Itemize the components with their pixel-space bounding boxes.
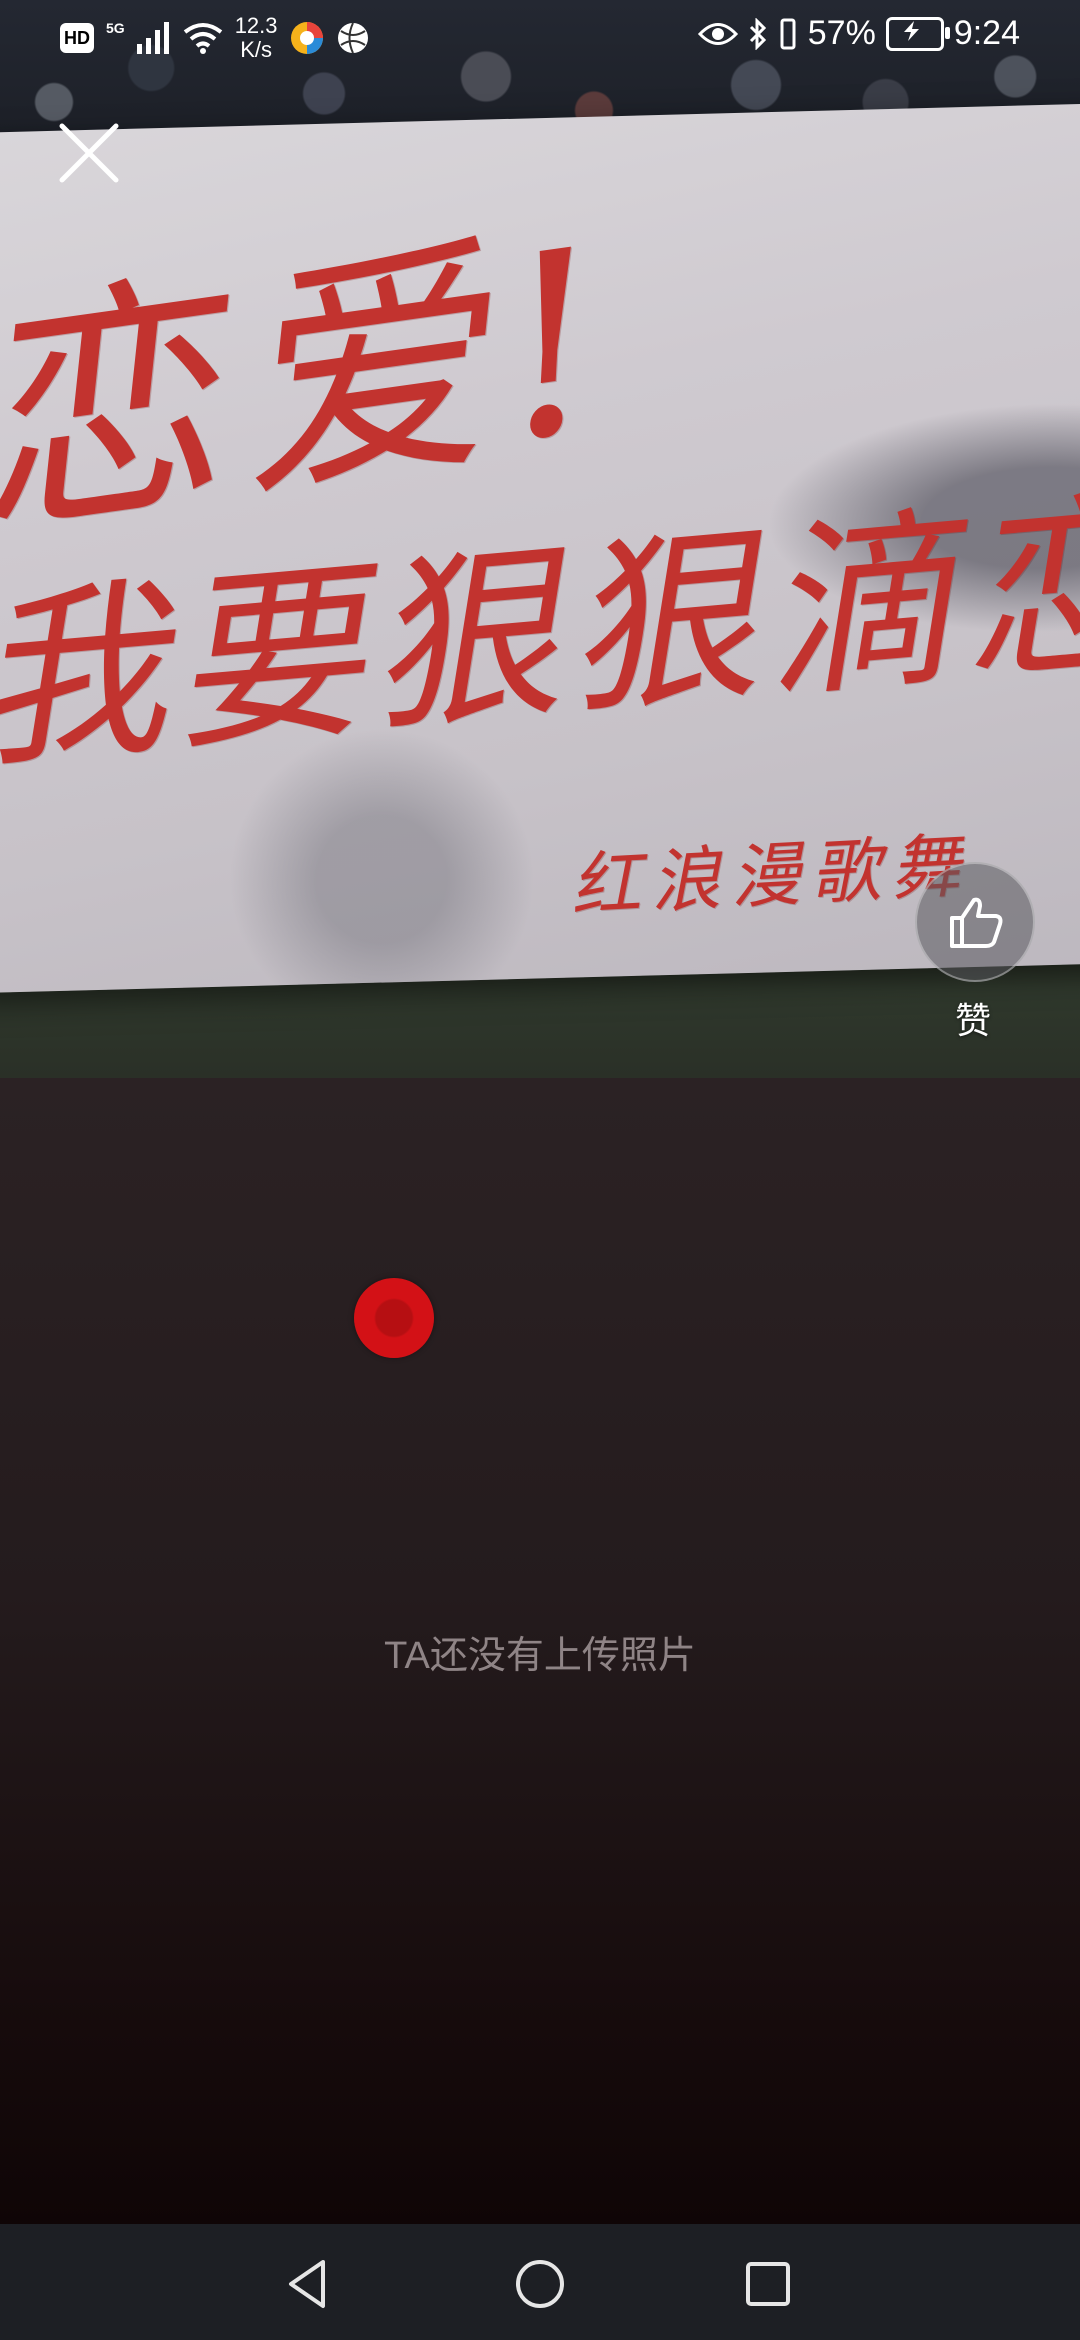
status-left: HD 5G 12.3 K/s bbox=[60, 14, 370, 62]
system-nav-bar bbox=[0, 2224, 1080, 2340]
battery-percent: 57% bbox=[807, 14, 876, 52]
nav-recents-button[interactable] bbox=[738, 2254, 798, 2314]
net-speed-value: 12.3 bbox=[234, 13, 278, 38]
clock: 9:24 bbox=[953, 14, 1020, 52]
status-right: 57% 9:24 bbox=[697, 14, 1020, 53]
net-speed-unit: K/s bbox=[240, 37, 272, 62]
signal-icon bbox=[136, 22, 169, 54]
touch-indicator bbox=[354, 1278, 434, 1358]
close-button[interactable] bbox=[54, 118, 124, 188]
recents-icon bbox=[746, 2262, 790, 2306]
status-bar: HD 5G 12.3 K/s 57% 9:24 bbox=[0, 0, 1080, 80]
wifi-icon bbox=[183, 23, 222, 54]
close-icon bbox=[59, 123, 119, 183]
battery-charging-icon bbox=[885, 16, 950, 51]
nav-back-button[interactable] bbox=[279, 2254, 339, 2314]
bluetooth-icon bbox=[749, 17, 766, 50]
banner-signature: 红浪漫歌舞 bbox=[568, 824, 973, 928]
back-icon bbox=[289, 2260, 325, 2308]
ball-app-icon bbox=[337, 22, 368, 54]
app-notification-icon bbox=[290, 22, 323, 54]
like-button[interactable] bbox=[915, 862, 1035, 982]
net-speed: 12.3 K/s bbox=[235, 14, 278, 62]
eye-icon bbox=[697, 22, 738, 45]
empty-photos-message: TA还没有上传照片 bbox=[384, 1635, 696, 1677]
thumbs-up-icon bbox=[950, 897, 1003, 948]
hd-badge: HD bbox=[60, 23, 94, 53]
home-icon bbox=[516, 2260, 564, 2308]
network-type: 5G bbox=[106, 20, 125, 36]
vibrate-icon bbox=[780, 18, 796, 49]
like-label: 赞 bbox=[954, 1000, 991, 1041]
nav-home-button[interactable] bbox=[510, 2254, 570, 2314]
